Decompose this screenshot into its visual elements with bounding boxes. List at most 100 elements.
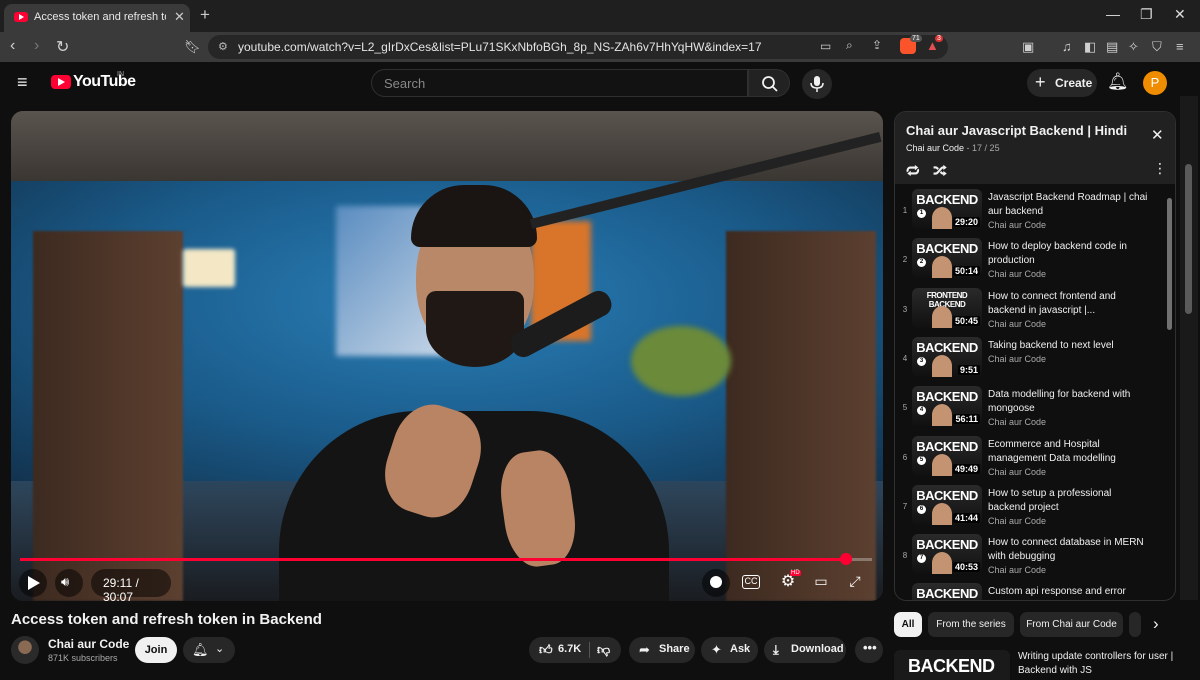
playlist-item-thumbnail[interactable]: BACKEND 2 50:14 — [912, 238, 982, 279]
more-actions-button[interactable]: ••• — [855, 637, 883, 663]
forward-icon[interactable]: › — [34, 37, 39, 55]
playlist-title[interactable]: Chai aur Javascript Backend | Hindi — [906, 123, 1127, 138]
playlist-item[interactable]: 7 BACKEND 6 41:44 How to setup a professiona… — [895, 482, 1165, 530]
cast-icon[interactable]: ▭ — [820, 39, 831, 53]
browser-tab[interactable]: Access token and refresh token i ✕ — [4, 4, 190, 32]
theater-mode-icon[interactable]: ▭ — [809, 573, 833, 590]
new-tab-icon[interactable]: + — [200, 5, 210, 25]
close-tab-icon[interactable]: ✕ — [174, 9, 185, 25]
download-label: Download — [791, 643, 844, 655]
site-settings-icon[interactable]: ⚙ — [218, 40, 228, 53]
plus-icon: + — [1035, 72, 1046, 92]
fullscreen-icon[interactable]: ⤢ — [843, 573, 867, 590]
wallet-icon[interactable]: ▣ — [1022, 39, 1034, 55]
search-button[interactable] — [748, 69, 790, 97]
hamburger-menu-icon[interactable]: ≡ — [17, 72, 28, 93]
captions-icon[interactable]: CC — [742, 575, 760, 589]
video-player[interactable]: 🔊︎ 29:11 / 30:07 CC ⚙ HD ▭ ⤢ — [11, 111, 883, 601]
chevron-down-icon: ⌄ — [215, 643, 225, 655]
playlist-item-thumbnail[interactable]: BACKEND — [912, 583, 982, 600]
channel-avatar[interactable] — [11, 636, 39, 664]
channel-name[interactable]: Chai aur Code — [48, 637, 129, 651]
recommended-thumbnail[interactable]: BACKEND — [894, 650, 1010, 680]
create-button[interactable]: + Create — [1027, 69, 1097, 97]
playlist-item-thumbnail[interactable]: BACKEND 6 41:44 — [912, 484, 982, 525]
reading-list-icon[interactable]: ▤ — [1106, 39, 1118, 55]
chip-from-channel[interactable]: From Chai aur Code — [1020, 612, 1123, 637]
progress-played — [20, 558, 846, 561]
page-scrollbar-thumb[interactable] — [1185, 164, 1192, 314]
thumbnail-duration: 50:45 — [952, 315, 980, 326]
thumbnail-text: BACKEND — [916, 537, 978, 553]
sidebar-icon[interactable]: ◧ — [1084, 39, 1096, 55]
chip-all[interactable]: All — [894, 612, 922, 637]
playlist-more-icon[interactable]: ⋮ — [1153, 160, 1167, 177]
dislike-icon[interactable]: 👎︎ — [597, 642, 610, 658]
playlist-item-thumbnail[interactable]: BACKEND 1 29:20 — [912, 189, 982, 229]
back-icon[interactable]: ‹ — [10, 37, 15, 55]
playlist-item-thumbnail[interactable]: BACKEND 5 49:49 — [912, 435, 982, 476]
playlist-item[interactable]: 4 BACKEND 3 9:51 Taking backend to next leve… — [895, 334, 1165, 382]
playlist-item-thumbnail[interactable]: BACKEND 4 56:11 — [912, 386, 982, 427]
join-button[interactable]: Join — [135, 637, 177, 663]
leo-ai-icon[interactable]: ✧ — [1128, 39, 1139, 55]
recommended-video[interactable]: BACKEND Writing update controllers for u… — [894, 650, 1194, 680]
youtube-logo-icon[interactable] — [51, 75, 71, 89]
playlist-channel[interactable]: Chai aur Code — [906, 143, 964, 153]
page-scrollbar-track[interactable] — [1180, 96, 1198, 600]
url-field[interactable]: ⚙ youtube.com/watch?v=L2_gIrDxCes&list=P… — [208, 35, 948, 59]
playlist-item[interactable]: 5 BACKEND 4 56:11 Data modelling for backend… — [895, 383, 1165, 431]
close-window-icon[interactable]: ✕ — [1174, 6, 1186, 23]
download-button[interactable]: ⤓ Download — [764, 637, 846, 663]
playlist-item-thumbnail[interactable]: BACKEND 3 9:51 — [912, 336, 982, 377]
subscription-bell-button[interactable]: 🔔︎ ⌄ — [183, 637, 235, 663]
chip-overflow[interactable] — [1129, 612, 1141, 637]
progress-scrubber[interactable] — [839, 553, 852, 565]
account-avatar[interactable]: P — [1143, 71, 1167, 95]
search-input[interactable]: Search — [371, 69, 748, 97]
shuffle-icon[interactable]: 🔀︎ — [933, 160, 947, 181]
chip-from-series[interactable]: From the series — [928, 612, 1014, 637]
recommended-title[interactable]: Writing update controllers for user | Ba… — [1018, 650, 1188, 678]
ask-button[interactable]: ✦ Ask — [701, 637, 758, 663]
bookmark-icon[interactable]: 🔖︎ — [184, 39, 201, 55]
reload-icon[interactable]: ↻ — [56, 37, 69, 57]
playlist-position: 17 / 25 — [972, 143, 1000, 153]
notifications-bell-icon[interactable]: 🔔︎ — [1107, 72, 1129, 92]
chips-next-chevron-icon[interactable]: › — [1153, 614, 1159, 634]
thumbnail-episode-badge: 6 — [917, 504, 926, 514]
playlist-item[interactable]: 1 BACKEND 1 29:20 Javascript Backend Roadmap… — [895, 186, 1165, 234]
playlist-item-channel: Chai aur Code — [988, 565, 1047, 576]
play-button[interactable] — [19, 569, 47, 597]
sparkle-icon: ✦ — [711, 642, 722, 657]
menu-icon[interactable]: ≡ — [1176, 39, 1184, 54]
like-count[interactable]: 6.7K — [558, 643, 581, 655]
minimize-icon[interactable]: — — [1106, 6, 1120, 22]
thumbnail-text: BACKEND — [916, 241, 978, 257]
restore-icon[interactable]: ❐ — [1140, 6, 1153, 23]
like-icon[interactable]: 👍︎ — [539, 642, 553, 658]
vpn-shield-icon[interactable]: ⛉ — [1152, 39, 1162, 55]
playlist-item-channel: Chai aur Code — [988, 466, 1047, 477]
progress-bar[interactable] — [20, 553, 872, 565]
share-page-icon[interactable]: ⇪ — [872, 38, 882, 52]
close-playlist-icon[interactable]: ✕ — [1151, 126, 1164, 144]
playlist-scrollbar[interactable] — [1167, 198, 1172, 330]
playlist-item[interactable]: 8 BACKEND 7 40:53 How to connect database in… — [895, 531, 1165, 579]
media-icon[interactable]: ♫ — [1062, 39, 1072, 54]
playlist-item[interactable]: 9 BACKEND Custom api response and error ha… — [895, 580, 1165, 600]
zoom-icon[interactable]: ⌕ — [846, 38, 853, 53]
autoplay-toggle[interactable] — [702, 569, 730, 597]
share-button[interactable]: ➦ Share — [629, 637, 695, 663]
create-label: Create — [1055, 76, 1093, 90]
loop-icon[interactable]: 🔁︎ — [906, 160, 920, 181]
playlist-item-thumbnail[interactable]: BACKEND 7 40:53 — [912, 534, 982, 575]
playlist-item[interactable]: 3 FRONTEND BACKEND 50:45 How to connect fro… — [895, 285, 1165, 333]
youtube-logo-text[interactable]: YouTube — [73, 73, 136, 91]
playlist-item[interactable]: 6 BACKEND 5 49:49 Ecommerce and Hospital man… — [895, 433, 1165, 481]
thumbnail-text: BACKEND — [916, 339, 978, 355]
voice-search-button[interactable] — [802, 69, 832, 99]
mute-button[interactable]: 🔊︎ — [55, 569, 83, 597]
playlist-item-thumbnail[interactable]: FRONTEND BACKEND 50:45 — [912, 287, 982, 328]
playlist-item[interactable]: 2 BACKEND 2 50:14 How to deploy backend code… — [895, 235, 1165, 283]
